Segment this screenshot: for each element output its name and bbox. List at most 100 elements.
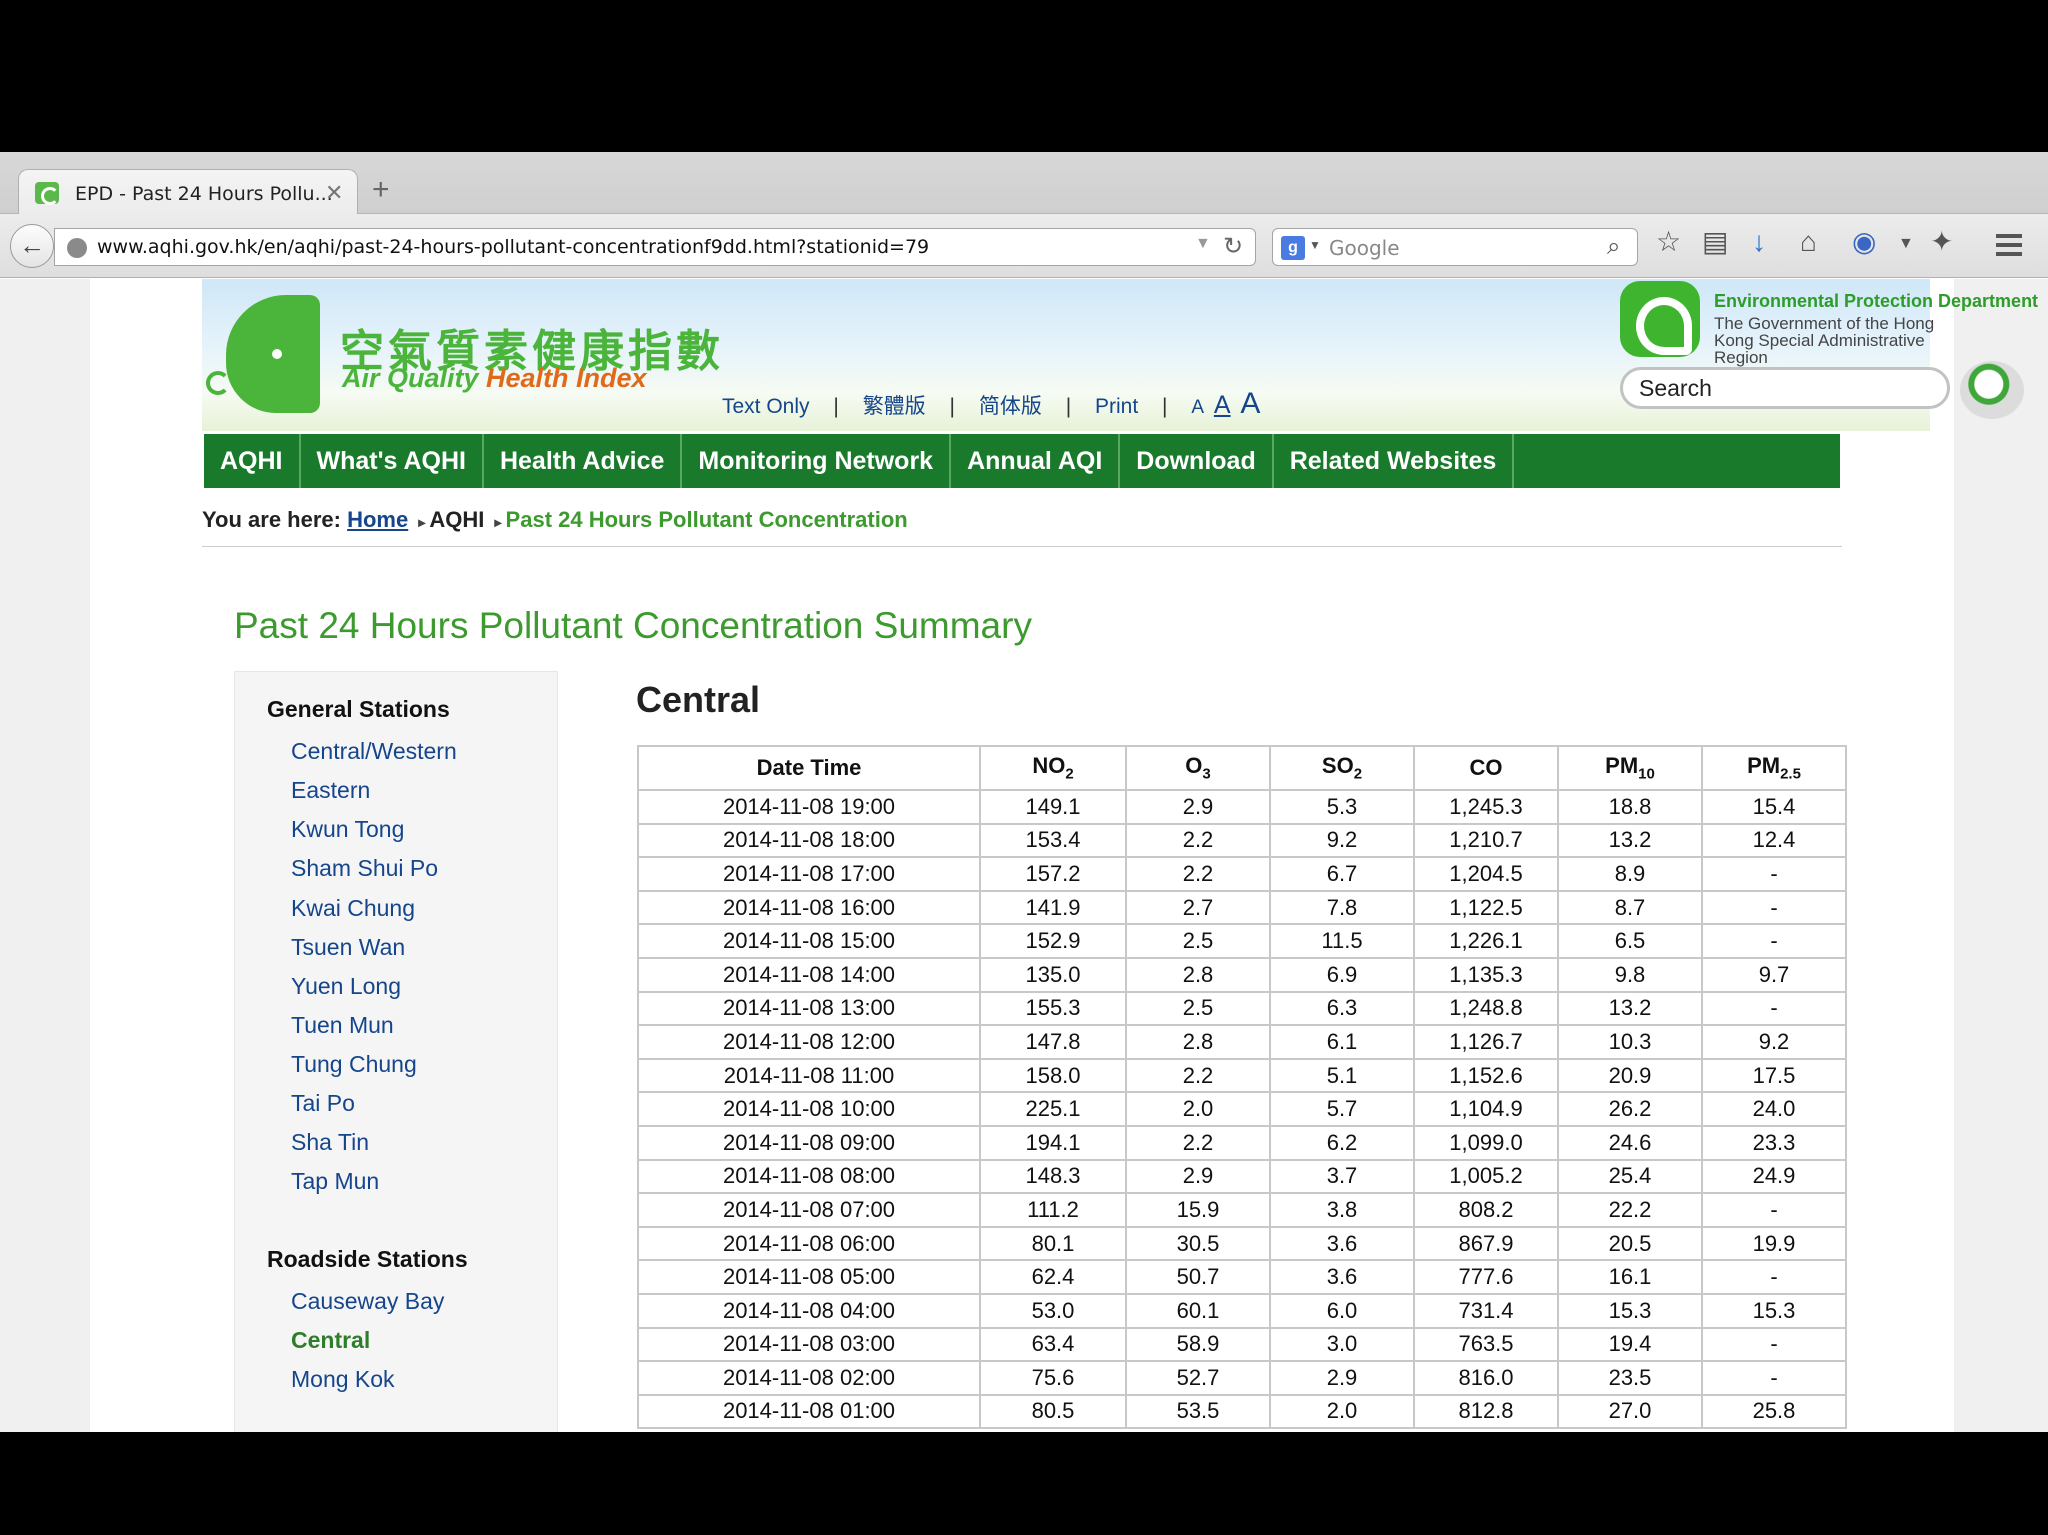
google-icon[interactable]: g: [1281, 236, 1305, 260]
print-link[interactable]: Print: [1095, 395, 1138, 418]
table-cell: 2014-11-08 17:00: [637, 856, 981, 892]
station-link[interactable]: Central/Western: [291, 738, 457, 765]
station-link[interactable]: Yuen Long: [291, 973, 401, 1000]
table-cell: 867.9: [1413, 1225, 1559, 1262]
column-header-label: PM: [1747, 753, 1781, 779]
table-row: 2014-11-08 13:00 155.3 2.5 6.3 1,248.8 13.2-: [637, 990, 1847, 1027]
history-dropdown-icon[interactable]: ▼: [1195, 235, 1211, 253]
table-cell: 6.0: [1269, 1292, 1415, 1329]
table-cell: -: [1701, 990, 1847, 1027]
table-cell: 816.0: [1413, 1360, 1559, 1396]
table-cell: 15.3: [1557, 1292, 1703, 1329]
station-link[interactable]: Causeway Bay: [291, 1288, 444, 1315]
table-cell: 2014-11-08 03:00: [637, 1326, 981, 1363]
station-link[interactable]: Tuen Mun: [291, 1012, 394, 1039]
download-icon[interactable]: ↓: [1752, 228, 1766, 256]
new-tab-button[interactable]: +: [372, 175, 390, 205]
column-header-subscript: 2.5: [1780, 765, 1801, 783]
table-cell: 58.9: [1125, 1326, 1271, 1363]
table-cell: 2014-11-08 11:00: [637, 1057, 981, 1094]
navigation-toolbar: ← www.aqhi.gov.hk/en/aqhi/past-24-hours-…: [0, 214, 2048, 278]
table-cell: 2.2: [1125, 822, 1271, 859]
column-header-label: CO: [1469, 755, 1503, 780]
reload-icon[interactable]: ↻: [1223, 232, 1243, 261]
table-cell: 2014-11-08 09:00: [637, 1124, 981, 1161]
puzzle-icon[interactable]: ✦: [1930, 228, 1953, 256]
column-header: CO: [1413, 745, 1559, 791]
table-cell: 2.5: [1125, 923, 1271, 959]
column-header-subscript: 2: [1065, 765, 1074, 783]
tab-close-icon[interactable]: ✕: [325, 180, 343, 206]
table-cell: 111.2: [979, 1192, 1127, 1228]
addon-dropdown-icon[interactable]: ▼: [1898, 236, 1914, 252]
breadcrumb-current: Past 24 Hours Pollutant Concentration: [505, 507, 908, 532]
nav-monitoring-network[interactable]: Monitoring Network: [682, 434, 952, 488]
browser-tab[interactable]: EPD - Past 24 Hours Pollu... ✕: [18, 169, 358, 215]
column-header: Date Time: [637, 745, 981, 791]
table-header: Date Time NO2 O3 SO2 CO PM10 PM2.5: [637, 745, 1847, 791]
table-cell: 2.0: [1125, 1091, 1271, 1127]
text-only-link[interactable]: Text Only: [722, 395, 810, 418]
table-cell: 1,204.5: [1413, 856, 1559, 892]
table-cell: 1,126.7: [1413, 1024, 1559, 1060]
station-link[interactable]: Sham Shui Po: [291, 855, 438, 882]
main-navigation: AQHI What's AQHI Health Advice Monitorin…: [204, 434, 1840, 488]
station-link[interactable]: Tsuen Wan: [291, 934, 405, 961]
breadcrumb-home-link[interactable]: Home: [347, 507, 408, 532]
search-icon[interactable]: ⌕: [1607, 233, 1620, 261]
back-arrow-icon[interactable]: ←: [10, 224, 54, 268]
nav-whats-aqhi[interactable]: What's AQHI: [301, 434, 484, 488]
search-button-icon[interactable]: [1960, 361, 2024, 419]
station-link[interactable]: Tai Po: [291, 1090, 355, 1117]
table-cell: 6.3: [1269, 990, 1415, 1027]
table-cell: -: [1701, 923, 1847, 959]
engine-dropdown-icon[interactable]: ▼: [1309, 238, 1321, 252]
nav-annual-aqi[interactable]: Annual AQI: [951, 434, 1121, 488]
font-large-button[interactable]: A: [1240, 387, 1260, 420]
table-cell: 135.0: [979, 956, 1127, 993]
nav-download[interactable]: Download: [1120, 434, 1274, 488]
table-cell: 149.1: [979, 789, 1127, 825]
font-small-button[interactable]: A: [1191, 397, 1204, 418]
table-cell: 9.7: [1701, 956, 1847, 993]
site-search-input[interactable]: Search: [1620, 367, 1950, 409]
station-link[interactable]: Eastern: [291, 777, 370, 804]
font-medium-button[interactable]: A: [1214, 391, 1231, 419]
nav-health-advice[interactable]: Health Advice: [484, 434, 683, 488]
star-icon[interactable]: ☆: [1656, 228, 1681, 256]
table-cell: 2.2: [1125, 1124, 1271, 1161]
addon-icon[interactable]: ◉: [1852, 228, 1876, 256]
station-link[interactable]: Tung Chung: [291, 1051, 417, 1078]
favicon-icon: [35, 182, 59, 205]
station-title: Central: [636, 679, 761, 720]
aqhi-logo-icon[interactable]: [226, 295, 320, 413]
page-title: Past 24 Hours Pollutant Concentration Su…: [234, 605, 1032, 646]
station-link[interactable]: Tap Mun: [291, 1168, 379, 1195]
traditional-chinese-link[interactable]: 繁體版: [863, 395, 926, 418]
station-link[interactable]: Kwai Chung: [291, 895, 415, 922]
url-bar[interactable]: www.aqhi.gov.hk/en/aqhi/past-24-hours-po…: [54, 228, 1256, 266]
station-link-active[interactable]: Central: [291, 1327, 370, 1354]
page-viewport: 空氣質素健康指數 Air Quality Health Index Text O…: [0, 279, 2048, 1432]
link-separator: |: [1065, 395, 1072, 418]
reading-list-icon[interactable]: ▤: [1702, 228, 1728, 256]
simplified-chinese-link[interactable]: 简体版: [979, 395, 1042, 418]
table-cell: 3.0: [1269, 1326, 1415, 1363]
nav-aqhi[interactable]: AQHI: [204, 434, 301, 488]
table-cell: 2.9: [1125, 1158, 1271, 1195]
station-link[interactable]: Sha Tin: [291, 1129, 369, 1156]
table-cell: 2.9: [1269, 1360, 1415, 1396]
column-header: SO2: [1269, 745, 1415, 791]
browser-search-field[interactable]: g ▼ Google ⌕: [1272, 228, 1638, 266]
station-link[interactable]: Mong Kok: [291, 1366, 395, 1393]
nav-related-websites[interactable]: Related Websites: [1274, 434, 1515, 488]
home-icon[interactable]: ⌂: [1800, 228, 1817, 256]
table-row: 2014-11-08 04:00 53.0 60.1 6.0 731.4 15.3 15.3: [637, 1292, 1847, 1329]
table-cell: 2.7: [1125, 889, 1271, 926]
table-cell: 1,104.9: [1413, 1091, 1559, 1127]
menu-icon[interactable]: [1996, 234, 2022, 256]
table-cell: 8.7: [1557, 889, 1703, 926]
epd-logo-icon[interactable]: [1620, 281, 1700, 357]
table-cell: 5.3: [1269, 789, 1415, 825]
station-link[interactable]: Kwun Tong: [291, 816, 404, 843]
